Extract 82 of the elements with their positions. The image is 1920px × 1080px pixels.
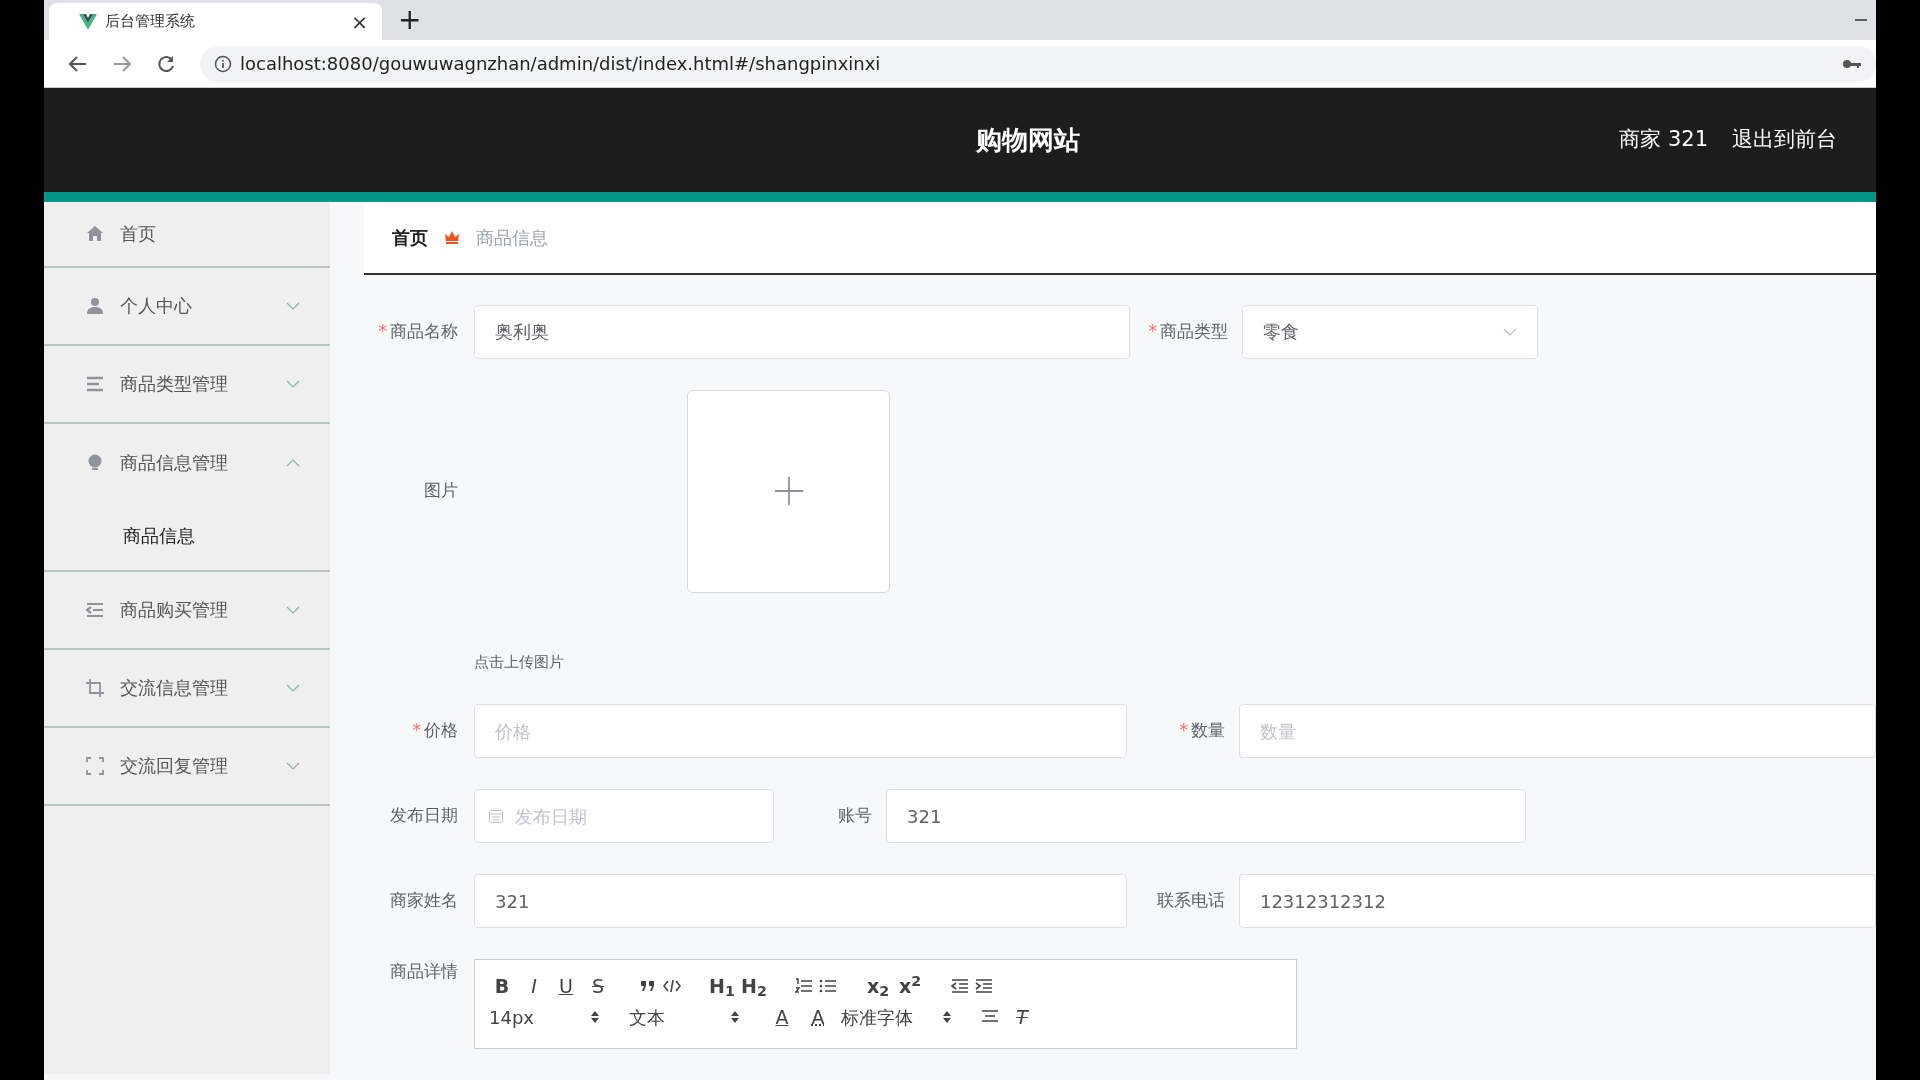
plus-icon <box>772 475 805 507</box>
code-icon[interactable] <box>663 977 681 995</box>
bulb-icon <box>86 453 104 472</box>
field-label: 商家姓名 <box>390 889 458 913</box>
required-asterisk: * <box>412 719 421 743</box>
list-icon <box>86 374 104 393</box>
field-label: 图片 <box>424 479 458 503</box>
crop-icon <box>86 678 104 697</box>
text-field[interactable]: 数量 <box>1238 704 1876 758</box>
vue-logo-icon <box>79 13 97 30</box>
format-button[interactable]: I <box>521 971 547 1001</box>
site-title: 购物网站 <box>976 123 1080 157</box>
font-select[interactable]: 标准字体 <box>841 1003 951 1031</box>
browser-tab[interactable]: 后台管理系统 × <box>49 3 382 40</box>
field-label: 商品类型 <box>1160 319 1228 343</box>
frame-icon <box>86 756 104 775</box>
updown-icon <box>943 1011 951 1023</box>
forward-icon[interactable] <box>112 53 132 74</box>
new-tab-button[interactable]: + <box>398 0 422 41</box>
format-button[interactable]: T <box>1009 1002 1035 1032</box>
indent-icon[interactable] <box>975 977 993 995</box>
field-label: 数量 <box>1190 719 1225 743</box>
ordered-list-icon[interactable] <box>795 977 813 995</box>
outdent-icon[interactable] <box>951 977 969 995</box>
format-button[interactable]: x$_{2}$ <box>865 971 891 1001</box>
upload-hint: 点击上传图片 <box>474 651 565 673</box>
back-icon[interactable] <box>68 53 88 74</box>
required-asterisk: * <box>378 319 387 343</box>
list-icon <box>86 600 104 619</box>
required-asterisk: * <box>1148 319 1157 343</box>
dropdown-icon <box>1503 327 1517 336</box>
select-field[interactable]: 零食 <box>1242 304 1538 359</box>
updown-icon <box>591 1011 599 1023</box>
bullet-list-icon[interactable] <box>819 977 837 995</box>
text-field[interactable]: 价格 <box>474 704 1127 758</box>
field-label: 价格 <box>424 719 458 743</box>
field-label: 联系电话 <box>1156 889 1225 913</box>
crown-icon <box>444 230 460 244</box>
breadcrumb-item: 商品信息 <box>476 225 548 250</box>
format-button[interactable]: x$^{2}$ <box>897 971 923 1001</box>
format-button[interactable]: H$_{1}$ <box>709 971 735 1001</box>
sidebar-item[interactable]: 商品信息管理 <box>44 423 330 502</box>
field-label: 账号 <box>838 804 872 828</box>
breadcrumb-item[interactable]: 首页 <box>392 223 428 251</box>
field-label: 商品名称 <box>390 319 458 343</box>
info-icon <box>214 54 232 73</box>
url-text: localhost:8080/gouwuwagnzhan/admin/dist/index.html#/shangpinxinxi <box>240 52 882 77</box>
date-field[interactable]: 发布日期 <box>474 789 774 843</box>
sidebar-item[interactable]: 首页 <box>44 201 330 268</box>
format-button[interactable]: A <box>769 1002 795 1032</box>
header-link[interactable]: 商家 321 <box>1619 124 1708 156</box>
format-button[interactable]: B <box>489 971 515 1001</box>
tab-title: 后台管理系统 <box>105 11 196 33</box>
text-field[interactable]: 12312312312 <box>1238 874 1876 928</box>
format-button[interactable]: U <box>553 971 579 1001</box>
user-icon <box>86 296 104 315</box>
field-label: 发布日期 <box>390 804 458 828</box>
updown-icon <box>731 1011 739 1023</box>
text-field[interactable]: 321 <box>474 874 1127 928</box>
tab-close-button[interactable]: × <box>351 6 368 37</box>
rich-text-editor[interactable]: B I U S H$_{1}$ H$_{2}$ x$_{2}$ x$^{2}$ 14px 文本 A A 标准字体 T <box>474 959 1297 1049</box>
required-asterisk: * <box>1179 719 1188 743</box>
font-select[interactable]: 14px <box>489 1003 599 1031</box>
text-field[interactable]: 奥利奥 <box>474 304 1130 359</box>
header-link[interactable]: 退出到前台 <box>1732 124 1837 156</box>
key-icon[interactable] <box>1842 57 1862 70</box>
sidebar-item[interactable]: 交流回复管理 <box>44 727 330 806</box>
home-icon <box>86 224 104 243</box>
sidebar-item[interactable]: 交流信息管理 <box>44 649 330 728</box>
address-bar[interactable]: localhost:8080/gouwuwagnzhan/admin/dist/index.html#/shangpinxinxi <box>200 45 1876 82</box>
format-button[interactable]: S <box>585 971 611 1001</box>
calendar-icon <box>488 808 504 824</box>
sidebar-item[interactable]: 个人中心 <box>44 267 330 346</box>
format-button[interactable]: A <box>805 1002 831 1032</box>
reload-icon[interactable] <box>156 53 176 74</box>
field-label: 商品详情 <box>390 960 458 983</box>
submenu-item[interactable]: 商品信息 <box>44 501 330 570</box>
text-field[interactable]: 321 <box>886 789 1526 843</box>
font-select[interactable]: 文本 <box>629 1003 739 1031</box>
sidebar-item[interactable]: 商品类型管理 <box>44 345 330 424</box>
sidebar-item[interactable]: 商品购买管理 <box>44 571 330 650</box>
format-button[interactable]: H$_{2}$ <box>741 971 767 1001</box>
